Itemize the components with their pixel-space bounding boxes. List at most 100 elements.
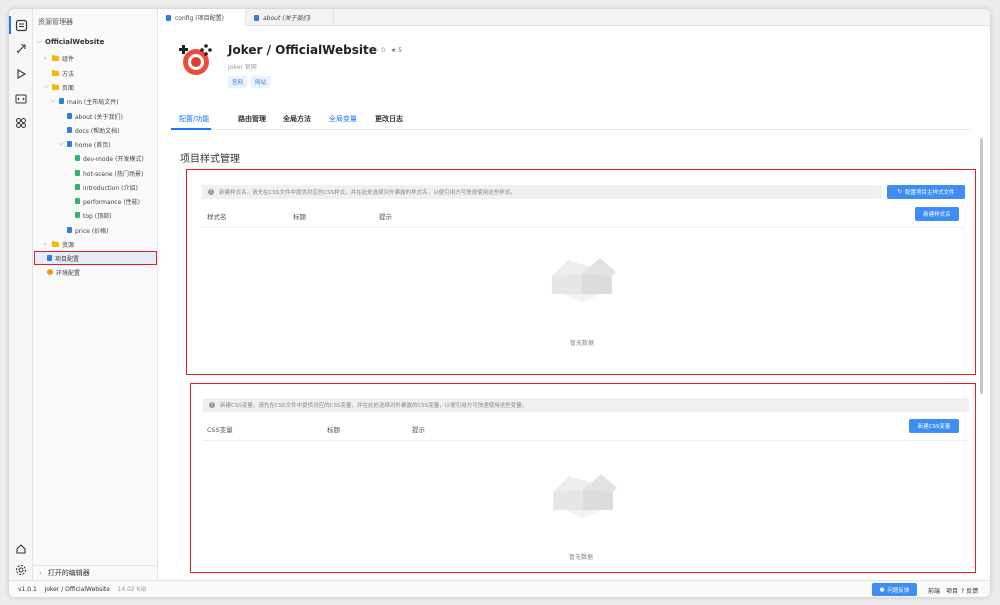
tab-changelog[interactable]: 更改日志 <box>375 114 403 124</box>
explorer-panel: 资源管理器 ⌵ OfficialWebsite › 组件 方法 ⌵ 页面 ⌵ m… <box>33 9 158 580</box>
tree-item-docs[interactable]: docs (帮助文档) <box>67 124 120 136</box>
code-icon[interactable] <box>13 91 29 107</box>
project-subtitle: Joker 官网 <box>228 64 257 71</box>
file-icon <box>67 227 72 233</box>
folder-icon <box>52 83 59 90</box>
tab-about[interactable]: about (关于我们) <box>246 9 334 26</box>
tree-item-methods[interactable]: 方法 <box>52 67 74 79</box>
file-icon <box>75 198 80 204</box>
tree-item-label: performance (性能) <box>83 198 141 206</box>
extensions-icon[interactable] <box>13 115 29 131</box>
explorer-title: 资源管理器 <box>38 18 73 26</box>
file-icon <box>75 170 80 176</box>
file-icon <box>67 113 72 119</box>
section-title: 项目样式管理 <box>180 154 240 165</box>
tree-item-performance[interactable]: performance (性能) <box>75 195 140 207</box>
chevron-down-icon: ⌵ <box>51 97 56 104</box>
tree-item-main[interactable]: ⌵ main (主布局文件) <box>51 95 119 107</box>
folder-icon <box>52 54 59 61</box>
main-content: Joker / OfficialWebsite ☆ 0 ★ 5 Joker 官网… <box>158 26 990 580</box>
file-icon <box>47 255 52 261</box>
col-css-var: CSS变量 <box>207 426 233 434</box>
config-style-file-button[interactable]: ↻ 配置项目主样式文件 <box>887 185 965 199</box>
tree-item-label: 环境配置 <box>56 269 81 277</box>
tree-item-label: about (关于我们) <box>75 113 123 121</box>
status-frontend[interactable]: 前端 <box>928 586 940 595</box>
col-hint: 提示 <box>379 213 392 221</box>
rocket-icon[interactable] <box>13 41 29 57</box>
feedback-issue-button[interactable]: ● 问题反馈 <box>872 583 917 596</box>
tree-item-label: dev-mode (开发模式) <box>83 155 144 163</box>
tree-item-label: top (顶部) <box>83 212 112 220</box>
tree-item-label: hot-scene (热门场景) <box>83 170 144 178</box>
status-feedback-label: 反馈 <box>966 588 979 595</box>
status-feedback[interactable]: ? 反馈 <box>961 586 978 595</box>
tag-official: 官网 <box>228 76 248 88</box>
tree-item-assets[interactable]: › 资源 <box>44 238 74 250</box>
button-label: 新建样式名 <box>923 212 951 218</box>
tree-item-components[interactable]: › 组件 <box>44 52 74 64</box>
tab-routes[interactable]: 路由管理 <box>238 114 266 124</box>
project-tags: 官网 网站 <box>228 76 271 88</box>
project-stats: ☆ 0 ★ 5 <box>374 47 402 54</box>
activity-bar <box>9 9 33 580</box>
chevron-right-icon: › <box>44 54 47 62</box>
tree-item-env-config[interactable]: 环境配置 <box>47 266 80 278</box>
tree-item-label: 页面 <box>62 84 75 92</box>
button-label: 问题反馈 <box>887 587 910 594</box>
tree-item-label: main (主布局文件) <box>67 98 119 106</box>
tab-config[interactable]: config (项目配置) <box>158 9 246 26</box>
tree-item-hot-scene[interactable]: hot-scene (热门场景) <box>75 167 143 179</box>
status-left: v1.0.1 Joker / OfficialWebsite 14.02 KiB <box>18 586 146 593</box>
tree-item-dev-mode[interactable]: dev-mode (开发模式) <box>75 152 144 164</box>
folder-icon <box>52 240 59 247</box>
project-title: Joker / OfficialWebsite <box>228 43 377 57</box>
tree-item-label: 项目配置 <box>55 255 80 263</box>
tree-item-label: 组件 <box>62 55 75 63</box>
home-icon[interactable] <box>13 541 29 557</box>
tree-item-price[interactable]: price (价格) <box>67 224 109 236</box>
open-editors-label: 打开的编辑器 <box>47 569 90 577</box>
tree-item-label: home (首页) <box>75 141 111 149</box>
button-label: 配置项目主样式文件 <box>905 190 955 196</box>
file-icon <box>75 212 80 218</box>
info-icon: ! <box>209 402 215 408</box>
explorer-icon[interactable] <box>9 16 29 34</box>
help-icon: ? <box>961 588 965 595</box>
chevron-right-icon: › <box>44 240 47 248</box>
empty-text: 暂无数据 <box>570 340 595 347</box>
open-editors-section[interactable]: › 打开的编辑器 <box>33 565 158 580</box>
tag-website: 网站 <box>251 76 271 88</box>
tree-item-top[interactable]: top (顶部) <box>75 209 111 221</box>
tree-root[interactable]: ⌵ OfficialWebsite <box>37 36 104 48</box>
tree-item-pages[interactable]: ⌵ 页面 <box>44 81 74 93</box>
tab-global-methods[interactable]: 全局方法 <box>283 114 311 124</box>
tab-config-features[interactable]: 配置/功能 <box>179 114 209 124</box>
tab-label: about (关于我们) <box>263 15 311 22</box>
tree-item-label: price (价格) <box>75 227 109 235</box>
tree-item-home[interactable]: ⌵ home (首页) <box>59 138 111 150</box>
file-icon <box>59 98 64 104</box>
empty-box-icon <box>551 474 617 518</box>
tree-item-about[interactable]: about (关于我们) <box>67 110 123 122</box>
tree-item-introduction[interactable]: introduction (介绍) <box>75 181 138 193</box>
col-style-name: 样式名 <box>207 213 227 221</box>
run-icon[interactable] <box>13 66 29 82</box>
var-info-bar: ! 新建CSS变量，请先在CSS文件中提供对应的CSS变量，并在此处选择对外暴露… <box>203 398 969 412</box>
settings-gear-icon[interactable] <box>13 562 29 578</box>
status-size: 14.02 KiB <box>117 586 147 593</box>
file-icon <box>166 14 171 21</box>
new-style-button[interactable]: 新建样式名 <box>915 207 959 221</box>
new-css-var-button[interactable]: 新建CSS变量 <box>909 419 959 433</box>
tab-global-vars[interactable]: 全局变量 <box>329 114 357 124</box>
button-label: 新建CSS变量 <box>917 424 951 430</box>
status-project: Joker / OfficialWebsite <box>44 586 110 593</box>
status-project-link[interactable]: 项目 <box>946 586 958 595</box>
scrollbar[interactable] <box>980 138 983 394</box>
chevron-right-icon: › <box>39 569 42 577</box>
empty-box-icon <box>550 258 616 302</box>
tree-item-project-config[interactable]: 项目配置 <box>47 252 79 264</box>
style-panel: ! 新建样式名，请先在CSS文件中提供对应的CSS样式，并在此处选择对外暴露的样… <box>186 169 976 375</box>
tree-item-label: docs (帮助文档) <box>75 127 120 135</box>
empty-text: 暂无数据 <box>569 554 594 561</box>
